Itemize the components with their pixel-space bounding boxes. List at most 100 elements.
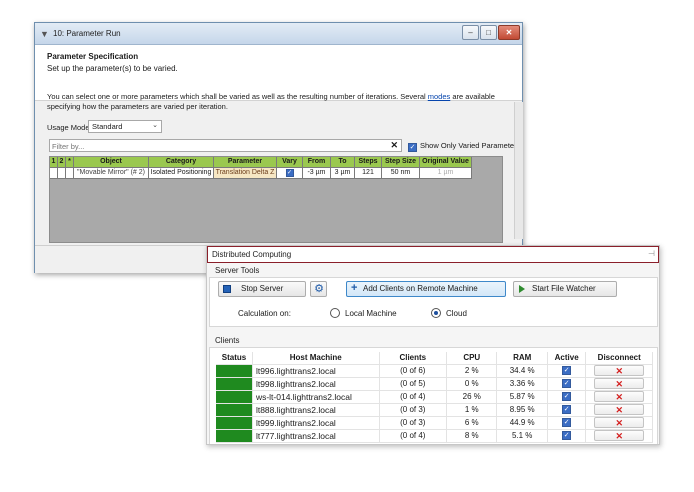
column-header[interactable]: Status xyxy=(216,352,253,365)
status-indicator xyxy=(216,390,252,403)
disconnect-cell[interactable]: ✕ xyxy=(585,390,653,404)
table-row[interactable]: lt998.lighttrans2.local (0 of 5) 0 % 3.3… xyxy=(216,377,653,391)
table-row[interactable]: ws-lt-014.lighttrans2.local (0 of 4) 26 … xyxy=(216,390,653,404)
column-header[interactable]: Clients xyxy=(379,352,448,365)
vertical-scrollbar[interactable] xyxy=(514,102,523,239)
start-file-watcher-button[interactable]: Start File Watcher xyxy=(513,281,617,297)
column-header[interactable]: From xyxy=(303,157,331,168)
table-row[interactable]: "Movable Mirror" (# 2) Isolated Position… xyxy=(50,168,472,179)
column-header[interactable]: To xyxy=(331,157,355,168)
column-header[interactable]: Category xyxy=(149,157,214,168)
cpu-cell: 8 % xyxy=(446,429,498,443)
cpu-cell: 6 % xyxy=(446,416,498,430)
clear-filter-icon[interactable]: ✕ xyxy=(390,140,398,151)
stop-server-button[interactable]: Stop Server xyxy=(218,281,306,297)
disconnect-cell[interactable]: ✕ xyxy=(585,429,653,443)
add-clients-button[interactable]: + Add Clients on Remote Machine xyxy=(346,281,506,297)
active-checkbox[interactable]: ✓ xyxy=(562,405,572,415)
disconnect-button[interactable]: ✕ xyxy=(594,430,645,441)
usage-mode-value: Standard xyxy=(92,122,123,131)
active-cell[interactable]: ✓ xyxy=(547,429,587,443)
active-checkbox[interactable]: ✓ xyxy=(562,392,572,402)
from-cell[interactable]: -3 µm xyxy=(303,168,331,179)
disconnect-button[interactable]: ✕ xyxy=(594,417,645,428)
column-header[interactable]: Object xyxy=(74,157,149,168)
status-indicator xyxy=(216,377,252,390)
column-header[interactable]: 1 xyxy=(50,157,58,168)
disconnect-button[interactable]: ✕ xyxy=(594,365,645,376)
modes-link[interactable]: modes xyxy=(428,92,451,101)
active-checkbox[interactable]: ✓ xyxy=(562,366,572,376)
cloud-radio[interactable] xyxy=(431,308,441,318)
steps-cell[interactable]: 121 xyxy=(355,168,382,179)
row-cell xyxy=(58,168,66,179)
column-header[interactable]: 2 xyxy=(58,157,66,168)
clients-cell: (0 of 4) xyxy=(379,429,448,443)
active-checkbox[interactable]: ✓ xyxy=(562,418,572,428)
disconnect-button[interactable]: ✕ xyxy=(594,378,645,389)
disconnect-cell[interactable]: ✕ xyxy=(585,416,653,430)
clients-label: Clients xyxy=(215,336,240,345)
active-checkbox[interactable]: ✓ xyxy=(562,379,572,389)
checkbox-icon[interactable]: ✓ xyxy=(408,143,417,152)
table-row[interactable]: lt777.lighttrans2.local (0 of 4) 8 % 5.1… xyxy=(216,429,653,443)
maximize-button[interactable]: □ xyxy=(480,25,497,40)
filter-input[interactable] xyxy=(52,141,382,151)
show-only-varied-toggle[interactable]: ✓ Show Only Varied Parameters xyxy=(408,141,520,152)
active-cell[interactable]: ✓ xyxy=(547,390,587,404)
row-cell xyxy=(50,168,58,179)
clients-cell: (0 of 3) xyxy=(379,416,448,430)
filter-field[interactable]: ✕ xyxy=(49,139,402,152)
minimize-button[interactable]: – xyxy=(462,25,479,40)
pin-icon[interactable]: ⊣ xyxy=(648,249,655,258)
active-cell[interactable]: ✓ xyxy=(547,364,587,378)
step-size-cell[interactable]: 50 nm xyxy=(382,168,420,179)
active-checkbox[interactable]: ✓ xyxy=(562,431,572,441)
cpu-cell: 1 % xyxy=(446,403,498,417)
active-cell[interactable]: ✓ xyxy=(547,377,587,391)
vary-checkbox[interactable]: ✓ xyxy=(285,169,294,177)
column-header[interactable]: Disconnect xyxy=(585,352,653,365)
parameter-cell: Translation Delta Z xyxy=(214,168,277,179)
table-row[interactable]: lt996.lighttrans2.local (0 of 6) 2 % 34.… xyxy=(216,364,653,378)
show-only-varied-label: Show Only Varied Parameters xyxy=(420,141,521,150)
column-header[interactable]: Host Machine xyxy=(252,352,380,365)
column-header[interactable]: Step Size xyxy=(382,157,420,168)
to-cell[interactable]: 3 µm xyxy=(331,168,355,179)
column-header[interactable]: Active xyxy=(547,352,587,365)
ram-cell: 34.4 % xyxy=(496,364,548,378)
column-header[interactable]: Steps xyxy=(355,157,382,168)
column-header[interactable]: * xyxy=(66,157,74,168)
column-header[interactable]: Vary xyxy=(277,157,303,168)
title-bar: ▼ 10: Parameter Run – □ ✕ xyxy=(35,23,522,45)
cloud-label[interactable]: Cloud xyxy=(446,309,467,318)
stop-icon xyxy=(223,285,231,293)
category-cell: Isolated Positioning xyxy=(149,168,214,179)
description-part: You can select one or more parameters wh… xyxy=(47,92,428,101)
column-header[interactable]: CPU xyxy=(446,352,498,365)
column-header[interactable]: Original Value xyxy=(420,157,472,168)
disconnect-button[interactable]: ✕ xyxy=(594,404,645,415)
disconnect-cell[interactable]: ✕ xyxy=(585,403,653,417)
table-row[interactable]: lt999.lighttrans2.local (0 of 3) 6 % 44.… xyxy=(216,416,653,430)
local-machine-radio[interactable] xyxy=(330,308,340,318)
column-header[interactable]: Parameter xyxy=(214,157,277,168)
table-row[interactable]: lt888.lighttrans2.local (0 of 3) 1 % 8.9… xyxy=(216,403,653,417)
close-button[interactable]: ✕ xyxy=(498,25,520,40)
disconnect-cell[interactable]: ✕ xyxy=(585,377,653,391)
status-cell xyxy=(216,403,253,417)
local-machine-label[interactable]: Local Machine xyxy=(345,309,397,318)
usage-mode-select[interactable]: Standard ⌄ xyxy=(88,120,162,133)
ram-cell: 5.87 % xyxy=(496,390,548,404)
settings-button[interactable]: ⚙ xyxy=(310,281,327,297)
gear-icon: ⚙ xyxy=(314,283,324,295)
table-header: Status Host Machine Clients CPU RAM Acti… xyxy=(216,352,653,365)
ram-cell: 5.1 % xyxy=(496,429,548,443)
vary-cell[interactable]: ✓ xyxy=(277,168,303,179)
active-cell[interactable]: ✓ xyxy=(547,403,587,417)
active-cell[interactable]: ✓ xyxy=(547,416,587,430)
disconnect-button[interactable]: ✕ xyxy=(594,391,645,402)
disconnect-cell[interactable]: ✕ xyxy=(585,364,653,378)
column-header[interactable]: RAM xyxy=(496,352,548,365)
clients-cell: (0 of 6) xyxy=(379,364,448,378)
